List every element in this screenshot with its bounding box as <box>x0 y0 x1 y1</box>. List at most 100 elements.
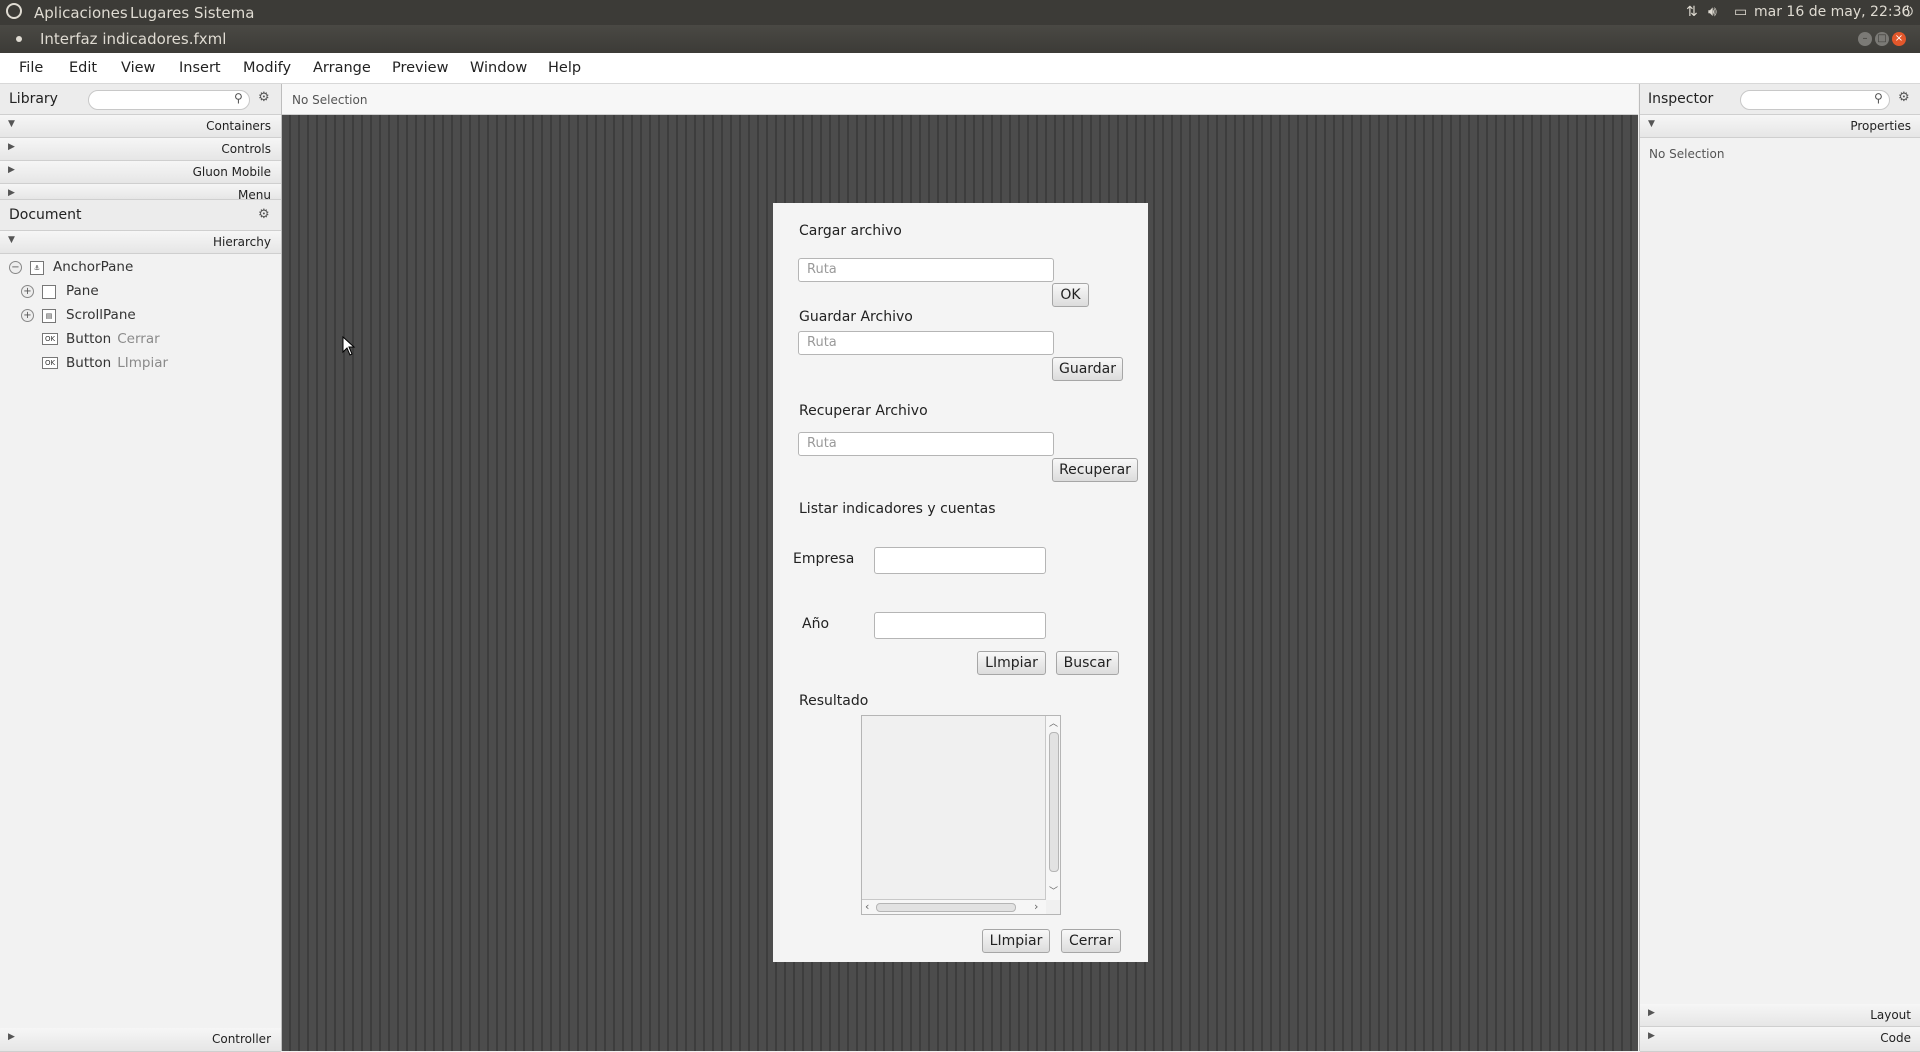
anio-label: Año <box>802 616 830 632</box>
anchorpane-preview[interactable]: Cargar archivo Ruta OK Guardar Archivo R… <box>773 203 1148 962</box>
inspector-gear-icon[interactable]: ⚙ <box>1898 90 1910 105</box>
listar-label: Listar indicadores y cuentas <box>799 501 996 517</box>
inspector-title: Inspector <box>1648 91 1714 107</box>
menu-file[interactable]: File <box>19 60 43 76</box>
library-header: Library ⚲ ⚙ <box>0 84 281 115</box>
ubuntu-logo-icon[interactable] <box>6 3 22 19</box>
menu-aplicaciones[interactable]: Aplicaciones <box>34 4 128 22</box>
menu-sistema[interactable]: Sistema <box>194 4 254 22</box>
anio-field[interactable] <box>874 612 1046 639</box>
horizontal-scrollbar[interactable]: ‹ › <box>862 899 1046 914</box>
tree-item-label: Button Cerrar <box>66 331 160 347</box>
horizontal-scroll-thumb[interactable] <box>876 903 1016 912</box>
close-icon[interactable]: × <box>1892 32 1906 46</box>
guardar-path-field[interactable]: Ruta <box>798 331 1054 355</box>
recuperar-path-field[interactable]: Ruta <box>798 432 1054 456</box>
anchorpane-icon: ⚓ <box>30 261 44 275</box>
library-section-containers[interactable]: ▼ Containers <box>0 115 281 138</box>
network-icon[interactable]: ⇅ <box>1686 4 1698 20</box>
menu-view[interactable]: View <box>121 60 155 76</box>
cargar-label: Cargar archivo <box>799 223 902 239</box>
tree-item-button-cerrar[interactable]: OK Button Cerrar <box>0 328 281 352</box>
tree-item-label: Button LImpiar <box>66 355 169 371</box>
section-label: Gluon Mobile <box>192 165 271 179</box>
controller-section[interactable]: ▶ Controller <box>0 1028 281 1052</box>
guardar-button[interactable]: Guardar <box>1052 357 1123 381</box>
tree-item-scrollpane[interactable]: + ▤ ScrollPane <box>0 304 281 328</box>
tree-item-pane[interactable]: + Pane <box>0 280 281 304</box>
collapse-arrow-icon: ▶ <box>1648 1008 1655 1018</box>
section-label: Properties <box>1850 119 1911 133</box>
empresa-field[interactable] <box>874 547 1046 574</box>
menu-window[interactable]: Window <box>470 60 527 76</box>
library-gear-icon[interactable]: ⚙ <box>258 90 270 105</box>
selection-status: No Selection <box>292 93 368 107</box>
system-top-panel: Aplicaciones Lugares Sistema ⇅ 🔊︎ ▭ mar … <box>0 0 1920 25</box>
expand-node-icon[interactable]: + <box>21 309 34 322</box>
scrollpane-icon: ▤ <box>42 309 56 323</box>
empresa-label: Empresa <box>793 551 855 567</box>
search-icon: ⚲ <box>1874 91 1883 105</box>
ok-button[interactable]: OK <box>1052 283 1089 307</box>
document-gear-icon[interactable]: ⚙ <box>258 207 270 222</box>
vertical-scrollbar[interactable]: ︿ ﹀ <box>1045 716 1060 900</box>
left-panel: Library ⚲ ⚙ ▼ Containers ▶ Controls ▶ Gl… <box>0 84 282 1052</box>
library-section-controls[interactable]: ▶ Controls <box>0 138 281 161</box>
scroll-left-icon[interactable]: ‹ <box>865 900 869 913</box>
vertical-scroll-thumb[interactable] <box>1049 732 1059 872</box>
menu-help[interactable]: Help <box>548 60 581 76</box>
scroll-right-icon[interactable]: › <box>1034 900 1038 913</box>
collapse-arrow-icon: ▶ <box>8 165 15 175</box>
buscar-button[interactable]: Buscar <box>1056 651 1119 675</box>
menu-arrange[interactable]: Arrange <box>313 60 371 76</box>
code-section[interactable]: ▶ Code <box>1640 1027 1920 1052</box>
menu-lugares[interactable]: Lugares <box>130 4 189 22</box>
mouse-pointer-icon <box>342 336 356 356</box>
hierarchy-section[interactable]: ▼ Hierarchy <box>0 231 281 254</box>
limpiar-bottom-button[interactable]: LImpiar <box>982 929 1050 953</box>
library-search-input[interactable] <box>88 90 250 110</box>
button-icon: OK <box>42 357 58 369</box>
collapse-node-icon[interactable]: − <box>9 261 22 274</box>
menu-preview[interactable]: Preview <box>392 60 448 76</box>
limpiar-button[interactable]: LImpiar <box>977 651 1046 675</box>
tree-item-button-limpiar[interactable]: OK Button LImpiar <box>0 352 281 376</box>
section-label: Controls <box>221 142 271 156</box>
hierarchy-tree: − ⚓ AnchorPane + Pane + ▤ ScrollPane OK … <box>0 256 281 382</box>
recuperar-button[interactable]: Recuperar <box>1052 458 1138 482</box>
cargar-path-field[interactable]: Ruta <box>798 258 1054 282</box>
properties-section[interactable]: ▼ Properties <box>1640 115 1920 138</box>
inspector-no-selection: No Selection <box>1649 147 1725 161</box>
window-menu-icon[interactable] <box>16 36 22 42</box>
layout-section[interactable]: ▶ Layout <box>1640 1004 1920 1027</box>
clock[interactable]: mar 16 de may, 22:36 <box>1754 4 1910 20</box>
expand-arrow-icon: ▼ <box>8 119 15 129</box>
expand-node-icon[interactable]: + <box>21 285 34 298</box>
volume-icon[interactable]: 🔊︎ <box>1708 4 1717 20</box>
expand-arrow-icon: ▼ <box>8 235 15 245</box>
cerrar-button[interactable]: Cerrar <box>1061 929 1121 953</box>
search-icon: ⚲ <box>234 91 243 105</box>
power-icon[interactable]: ⏻ <box>1902 4 1913 20</box>
guardar-label: Guardar Archivo <box>799 309 913 325</box>
section-label: Layout <box>1870 1008 1911 1022</box>
tree-item-anchorpane[interactable]: − ⚓ AnchorPane <box>0 256 281 280</box>
minimize-icon[interactable]: – <box>1858 32 1872 46</box>
document-title: Document <box>9 207 82 223</box>
tree-item-label: AnchorPane <box>53 259 134 275</box>
maximize-icon[interactable]: □ <box>1875 32 1889 46</box>
window-titlebar[interactable]: Interfaz indicadores.fxml – □ × <box>0 25 1920 53</box>
inspector-search-input[interactable] <box>1740 90 1890 110</box>
menu-insert[interactable]: Insert <box>179 60 221 76</box>
battery-icon[interactable]: ▭ <box>1734 4 1747 20</box>
menu-modify[interactable]: Modify <box>243 60 291 76</box>
library-section-menu[interactable]: ▶ Menu <box>0 184 281 200</box>
content-status-strip: No Selection <box>282 84 1638 115</box>
library-section-gluon-mobile[interactable]: ▶ Gluon Mobile <box>0 161 281 184</box>
menu-edit[interactable]: Edit <box>69 60 97 76</box>
tree-item-label: Pane <box>66 283 99 299</box>
scroll-down-icon[interactable]: ﹀ <box>1049 884 1058 897</box>
resultado-textarea[interactable]: ︿ ﹀ ‹ › <box>861 715 1061 915</box>
inspector-panel: Inspector ⚲ ⚙ ▼ Properties No Selection … <box>1639 84 1920 1052</box>
scroll-up-icon[interactable]: ︿ <box>1049 716 1058 729</box>
